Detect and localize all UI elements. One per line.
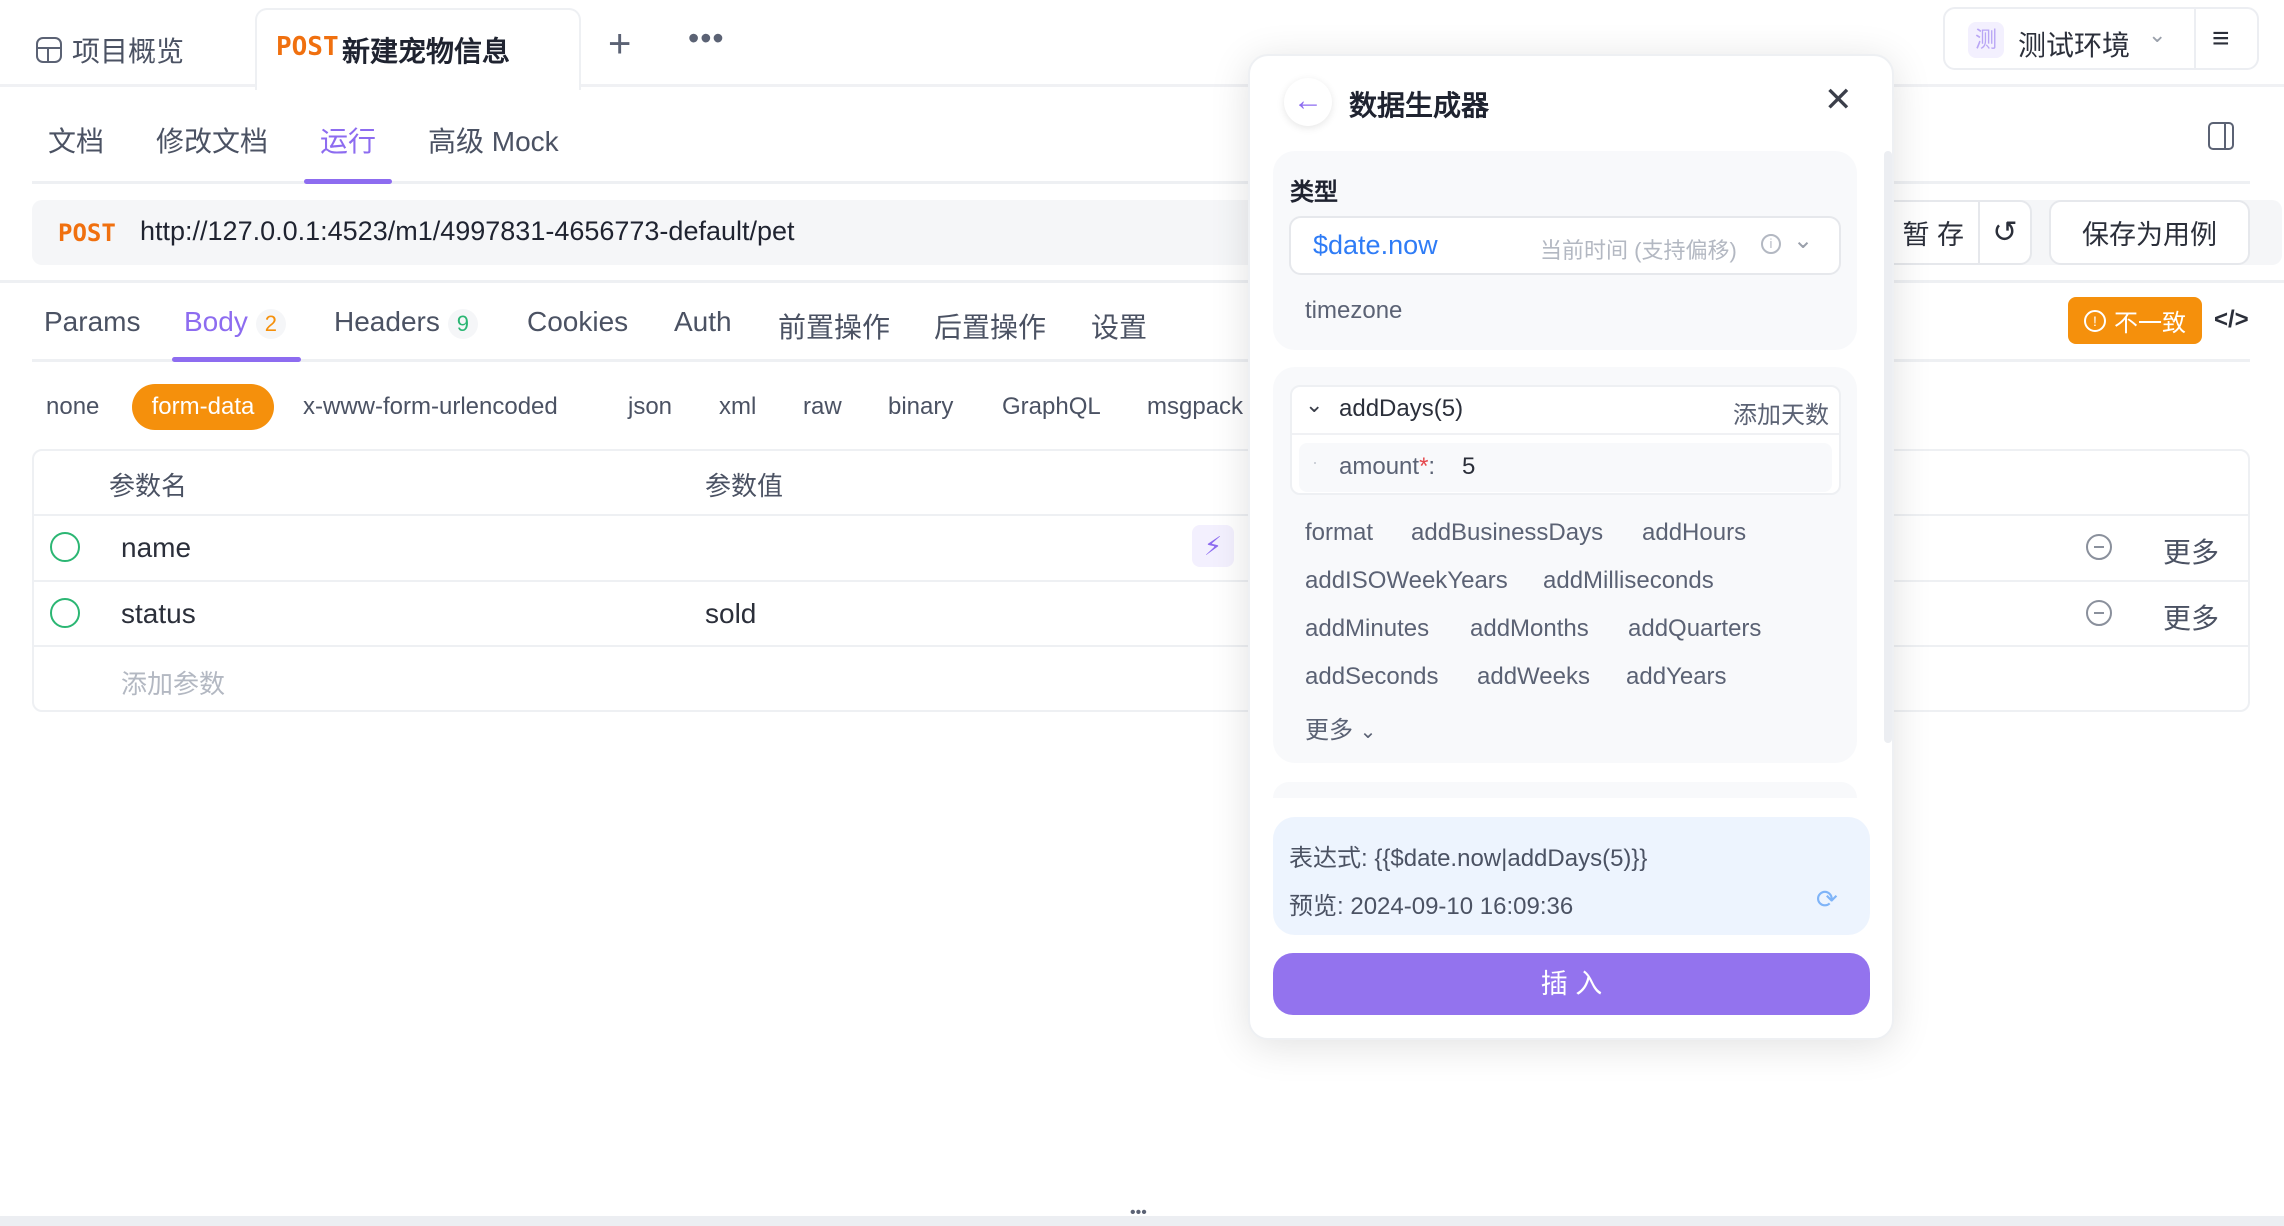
chevron-down-icon: ⌄: [1359, 721, 1377, 743]
type-label: 类型: [1290, 179, 1338, 206]
more-button[interactable]: 更多: [2163, 531, 2219, 571]
alert-icon: !: [2084, 309, 2106, 332]
type-desc: 当前时间 (支持偏移): [1540, 238, 1737, 263]
body-type-urlencoded[interactable]: x-www-form-urlencoded: [303, 393, 558, 421]
popover-scrollbar[interactable]: [1884, 151, 1892, 743]
req-tab-active-indicator: [172, 357, 301, 362]
body-type-json[interactable]: json: [628, 393, 672, 421]
param-name[interactable]: name: [121, 532, 191, 564]
subtab-run[interactable]: 运行: [320, 120, 376, 160]
enabled-checkbox[interactable]: [50, 598, 80, 628]
amount-label: amount*:: [1339, 453, 1436, 480]
code-icon[interactable]: </>: [2214, 306, 2249, 334]
partial-card: [1273, 782, 1857, 798]
tab-headers-label: Headers: [334, 306, 440, 337]
param-value[interactable]: sold: [705, 598, 756, 630]
body-type-raw[interactable]: raw: [803, 393, 842, 421]
type-value: $date.now: [1313, 230, 1438, 260]
tab-body-label: Body: [184, 306, 248, 337]
method-addSeconds[interactable]: addSeconds: [1305, 663, 1438, 691]
save-as-case-button[interactable]: 保存为用例: [2049, 200, 2250, 265]
reset-button[interactable]: ↺: [1978, 200, 2032, 265]
body-type-none[interactable]: none: [46, 393, 99, 421]
back-button[interactable]: ←: [1284, 78, 1332, 126]
tab-pre-ops[interactable]: 前置操作: [778, 306, 890, 346]
bullet-icon: ·: [1312, 452, 1318, 472]
body-type-xml[interactable]: xml: [719, 393, 756, 421]
tab-method: POST: [276, 32, 339, 62]
body-type-form-data[interactable]: form-data: [132, 384, 274, 430]
method-addYears[interactable]: addYears: [1626, 663, 1727, 691]
refresh-icon[interactable]: ⟳: [1816, 884, 1838, 915]
timezone-option[interactable]: timezone: [1305, 297, 1402, 325]
more-button[interactable]: 更多: [2163, 597, 2219, 637]
mismatch-button[interactable]: ! 不一致: [2068, 297, 2202, 344]
url-input[interactable]: http://127.0.0.1:4523/m1/4997831-4656773…: [140, 216, 795, 247]
method-addWeeks[interactable]: addWeeks: [1477, 663, 1590, 691]
modifier-name: addDays(5): [1339, 395, 1464, 422]
insert-button[interactable]: 插 入: [1273, 953, 1870, 1015]
tab-settings[interactable]: 设置: [1091, 306, 1147, 346]
request-method: POST: [58, 219, 116, 247]
magic-wand-icon[interactable]: ⚡: [1192, 525, 1234, 567]
collapse-chevron-icon[interactable]: ⌄: [1305, 392, 1323, 418]
method-addMinutes[interactable]: addMinutes: [1305, 615, 1429, 643]
header-param-value: 参数值: [705, 471, 784, 501]
tab-body[interactable]: Body 2: [184, 306, 286, 339]
resize-handle-icon[interactable]: •••: [1130, 1204, 1147, 1222]
body-type-binary[interactable]: binary: [888, 393, 953, 421]
tab-overview-label: 项目概览: [72, 36, 185, 67]
env-badge: 测: [1968, 22, 2004, 58]
save-label: 暂 存: [1902, 220, 1964, 250]
more-tabs-icon[interactable]: •••: [688, 20, 725, 57]
method-addMonths[interactable]: addMonths: [1470, 615, 1589, 643]
header-param-name: 参数名: [109, 471, 188, 501]
method-format[interactable]: format: [1305, 519, 1373, 547]
subtab-mock[interactable]: 高级 Mock: [428, 120, 559, 160]
subtab-active-indicator: [304, 179, 392, 184]
body-type-graphql[interactable]: GraphQL: [1002, 393, 1101, 421]
tab-overview[interactable]: 项目概览: [36, 30, 184, 70]
generator-title: 数据生成器: [1349, 90, 1490, 121]
tab-title: 新建宠物信息: [342, 36, 511, 67]
modifier-desc: 添加天数: [1733, 402, 1829, 429]
save-as-case-label: 保存为用例: [2082, 220, 2217, 250]
info-icon: i: [1761, 234, 1781, 254]
enabled-checkbox[interactable]: [50, 532, 80, 562]
more-methods-button[interactable]: 更多 ⌄: [1305, 710, 1376, 745]
body-count: 2: [255, 308, 286, 339]
tab-params[interactable]: Params: [44, 306, 140, 338]
remove-param-icon[interactable]: [2086, 534, 2112, 560]
expression: 表达式: {{$date.now|addDays(5)}}: [1289, 845, 1648, 872]
method-addISOWeekYears[interactable]: addISOWeekYears: [1305, 567, 1508, 595]
chevron-down-icon: ⌄: [1793, 227, 1814, 254]
mismatch-label: 不一致: [2114, 310, 2186, 337]
amount-input[interactable]: 5: [1462, 453, 1475, 481]
method-addMilliseconds[interactable]: addMilliseconds: [1543, 567, 1714, 595]
chevron-down-icon: ⌄: [2148, 22, 2167, 47]
subtab-edit-docs[interactable]: 修改文档: [156, 120, 268, 160]
tab-auth[interactable]: Auth: [674, 306, 732, 338]
overview-icon: [36, 37, 62, 63]
add-param-input[interactable]: 添加参数: [121, 664, 225, 701]
tab-cookies[interactable]: Cookies: [527, 306, 628, 338]
headers-count: 9: [447, 308, 478, 339]
add-tab-icon[interactable]: +: [608, 22, 631, 67]
subtab-docs[interactable]: 文档: [48, 120, 104, 160]
remove-param-icon[interactable]: [2086, 600, 2112, 626]
undo-icon: ↺: [1992, 216, 2018, 249]
tab-post-ops[interactable]: 后置操作: [934, 306, 1046, 346]
insert-label: 插 入: [1540, 969, 1603, 999]
close-icon[interactable]: ✕: [1824, 80, 1853, 120]
tab-headers[interactable]: Headers 9: [334, 306, 478, 339]
env-label: 测试环境: [2018, 30, 2131, 61]
method-addQuarters[interactable]: addQuarters: [1628, 615, 1761, 643]
param-name[interactable]: status: [121, 598, 196, 630]
preview: 预览: 2024-09-10 16:09:36: [1289, 893, 1574, 920]
menu-icon[interactable]: ≡: [2212, 22, 2230, 56]
method-addHours[interactable]: addHours: [1642, 519, 1746, 547]
method-addBusinessDays[interactable]: addBusinessDays: [1411, 519, 1603, 547]
body-type-msgpack[interactable]: msgpack: [1147, 393, 1243, 421]
panel-toggle-icon[interactable]: [2208, 122, 2234, 150]
